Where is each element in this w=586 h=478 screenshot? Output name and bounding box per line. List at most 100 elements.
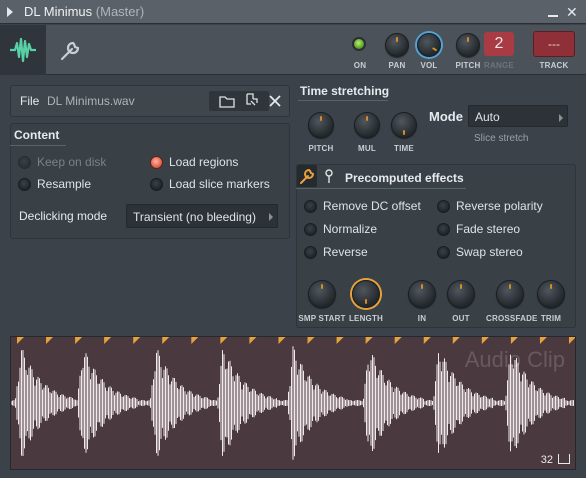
waveform-tab-button[interactable]	[0, 25, 46, 75]
track-selector[interactable]: ---	[533, 31, 575, 57]
file-label: File	[20, 94, 40, 108]
checkbox-dot	[437, 245, 450, 259]
range-label: RANGE	[484, 61, 514, 70]
crossfade-label: CROSSFADE	[486, 314, 538, 323]
slice-marker[interactable]	[162, 337, 170, 344]
mode-label: Mode	[429, 109, 463, 124]
slice-marker[interactable]	[278, 337, 286, 344]
smp-start-label: SMP START	[298, 314, 346, 323]
menu-arrow-icon[interactable]	[7, 7, 13, 17]
normalize-option[interactable]: Normalize	[304, 222, 377, 236]
mode-hint: Slice stretch	[474, 133, 529, 144]
on-led[interactable]	[352, 37, 366, 51]
reverse-option[interactable]: Reverse	[304, 245, 368, 259]
time-label: TIME	[394, 144, 414, 153]
slice-marker[interactable]	[452, 337, 460, 344]
checkbox-dot	[304, 199, 317, 213]
checkbox-dot	[304, 245, 317, 259]
settings-tab-button[interactable]	[48, 25, 94, 75]
slice-marker[interactable]	[569, 337, 575, 344]
mul-label: MUL	[358, 144, 376, 153]
slice-marker[interactable]	[249, 337, 257, 344]
length-knob[interactable]	[352, 280, 380, 308]
radio-dot	[150, 177, 163, 191]
slice-marker[interactable]	[336, 337, 344, 344]
out-knob[interactable]	[447, 280, 475, 308]
resample-option[interactable]: Resample	[18, 177, 91, 191]
length-label: LENGTH	[348, 314, 384, 323]
mode-dropdown[interactable]: Auto	[468, 105, 568, 127]
toolbar: ON PAN VOL PITCH 2 RANGE --- TRACK	[0, 25, 586, 75]
stretch-pitch-knob[interactable]	[308, 112, 334, 138]
slice-marker[interactable]	[220, 337, 228, 344]
slice-marker[interactable]	[75, 337, 83, 344]
slice-marker[interactable]	[423, 337, 431, 344]
load-regions-option[interactable]: Load regions	[150, 155, 238, 169]
checkbox-dot	[437, 222, 450, 236]
smp-start-knob[interactable]	[308, 280, 336, 308]
declicking-mode-label: Declicking mode	[19, 209, 108, 223]
content-title: Content	[14, 128, 60, 142]
slice-marker[interactable]	[539, 337, 547, 344]
audio-pin-icon[interactable]	[322, 168, 336, 184]
title-bar[interactable]: DL Minimus (Master) ✕	[0, 0, 586, 24]
wrench-icon	[60, 41, 80, 61]
declicking-mode-dropdown[interactable]: Transient (no bleeding)	[126, 204, 278, 228]
close-icon[interactable]: ✕	[566, 5, 578, 19]
time-stretching-title: Time stretching	[300, 84, 390, 98]
precomputed-title: Precomputed effects	[345, 171, 464, 185]
slice-marker[interactable]	[104, 337, 112, 344]
checkbox-dot	[304, 222, 317, 236]
range-value[interactable]: 2	[484, 32, 514, 56]
track-label: TRACK	[539, 61, 569, 70]
slice-marker[interactable]	[133, 337, 141, 344]
swap-stereo-option[interactable]: Swap stereo	[437, 245, 523, 259]
load-slice-markers-option[interactable]: Load slice markers	[150, 177, 270, 191]
slice-marker[interactable]	[17, 337, 24, 344]
trim-knob[interactable]	[537, 280, 565, 308]
crossfade-knob[interactable]	[496, 280, 524, 308]
dropdown-arrow-icon	[559, 114, 563, 122]
mul-knob[interactable]	[354, 112, 380, 138]
slice-icon	[558, 454, 570, 464]
time-knob[interactable]	[391, 112, 417, 138]
on-label: ON	[353, 61, 367, 70]
pitch-knob[interactable]	[456, 33, 480, 57]
radio-dot	[18, 155, 31, 169]
slice-count: 32	[540, 454, 553, 466]
radio-dot-selected	[150, 155, 163, 169]
out-label: OUT	[452, 314, 470, 323]
vol-label: VOL	[420, 61, 438, 70]
wrench-icon	[300, 168, 315, 184]
waveform-display[interactable]: Audio Clip 32	[10, 336, 576, 470]
file-row: File DL Minimus.wav	[10, 85, 290, 117]
pan-knob[interactable]	[385, 33, 409, 57]
slice-marker[interactable]	[46, 337, 54, 344]
slice-marker[interactable]	[394, 337, 402, 344]
pan-label: PAN	[388, 61, 406, 70]
in-label: IN	[417, 314, 427, 323]
remove-dc-offset-option[interactable]: Remove DC offset	[304, 199, 421, 213]
minimize-icon[interactable]	[547, 6, 559, 18]
in-knob[interactable]	[408, 280, 436, 308]
dropdown-arrow-icon	[269, 213, 273, 221]
radio-dot	[18, 177, 31, 191]
stretch-pitch-label: PITCH	[308, 144, 334, 153]
volume-knob[interactable]	[417, 33, 441, 57]
slice-marker[interactable]	[510, 337, 518, 344]
reverse-polarity-option[interactable]: Reverse polarity	[437, 199, 543, 213]
file-name: DL Minimus.wav	[47, 94, 135, 108]
fade-stereo-option[interactable]: Fade stereo	[437, 222, 520, 236]
slice-marker[interactable]	[307, 337, 315, 344]
wrench-toggle[interactable]	[297, 165, 317, 187]
replace-file-icon[interactable]	[241, 91, 261, 111]
remove-file-icon[interactable]	[265, 91, 285, 111]
slice-marker[interactable]	[365, 337, 373, 344]
folder-icon[interactable]	[217, 91, 237, 111]
trim-label: TRIM	[540, 314, 562, 323]
waveform-icon	[10, 37, 36, 63]
slice-marker[interactable]	[191, 337, 199, 344]
audio-clip-watermark: Audio Clip	[464, 347, 565, 372]
slice-marker[interactable]	[481, 337, 489, 344]
keep-on-disk-option[interactable]: Keep on disk	[18, 155, 106, 169]
